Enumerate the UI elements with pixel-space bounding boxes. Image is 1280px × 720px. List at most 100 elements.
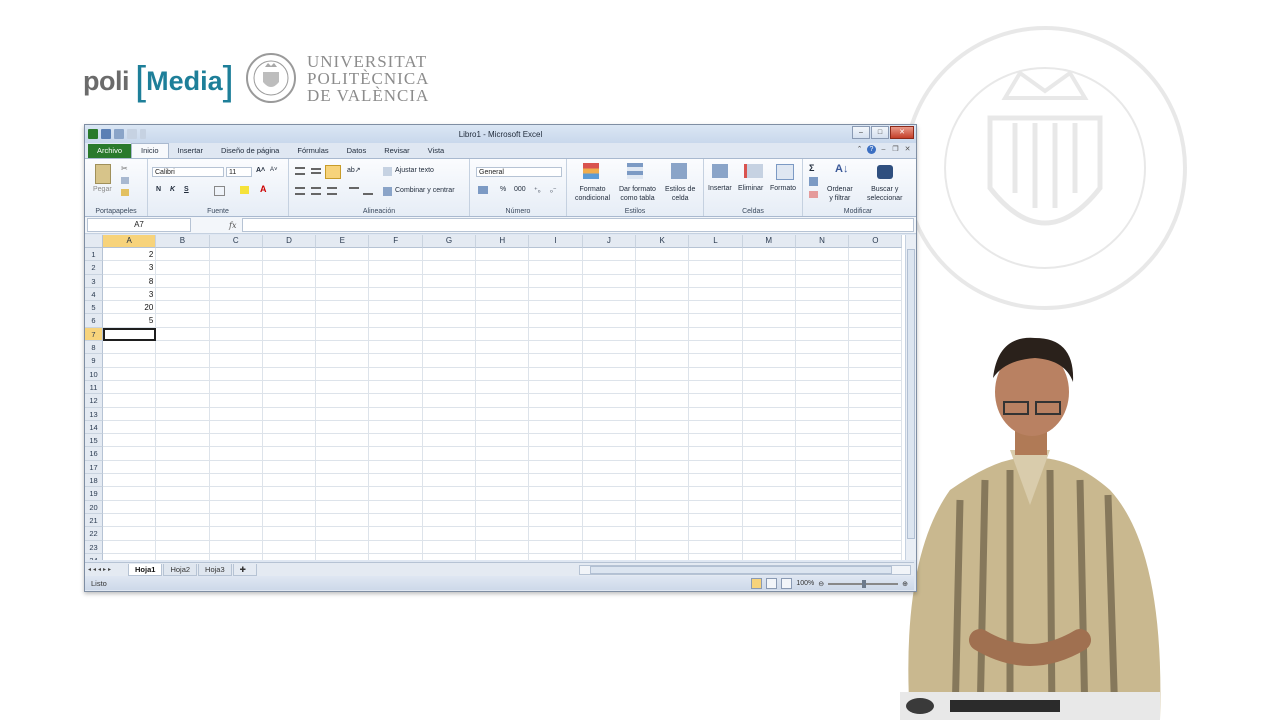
cell-l3[interactable]	[689, 274, 743, 288]
cell-f19[interactable]	[369, 487, 423, 501]
doc-minimize-icon[interactable]: –	[879, 145, 888, 154]
cell-c23[interactable]	[209, 540, 263, 554]
help-icon[interactable]: ?	[867, 145, 876, 154]
column-header-j[interactable]: J	[582, 235, 636, 248]
row-header[interactable]: 17	[85, 460, 103, 475]
column-header-g[interactable]: G	[422, 235, 477, 248]
cell-f9[interactable]	[369, 354, 423, 368]
cell-g6[interactable]	[422, 314, 477, 328]
vertical-scrollbar[interactable]	[905, 235, 916, 560]
cell-m20[interactable]	[742, 500, 796, 514]
cell-c14[interactable]	[209, 420, 263, 435]
cell-o3[interactable]	[849, 274, 903, 288]
cell-c24[interactable]	[210, 553, 263, 560]
cell-g10[interactable]	[422, 367, 477, 381]
minimize-button[interactable]: –	[852, 126, 870, 139]
cell-h5[interactable]	[476, 301, 530, 315]
italic-button[interactable]: K	[170, 186, 175, 193]
cell-i6[interactable]	[529, 314, 583, 328]
cell-b24[interactable]	[156, 553, 210, 560]
cell-l19[interactable]	[689, 487, 743, 501]
sort-filter-button[interactable]: Ordenar y filtrar	[827, 185, 853, 203]
cell-o16[interactable]	[849, 447, 903, 461]
cell-c20[interactable]	[209, 500, 263, 514]
cell-b12[interactable]	[156, 394, 210, 408]
tab-archivo[interactable]: Archivo	[88, 144, 132, 158]
cell-c4[interactable]	[209, 287, 263, 302]
cell-h1[interactable]	[476, 248, 530, 262]
currency-icon[interactable]	[478, 186, 488, 194]
column-header-n[interactable]: N	[795, 235, 850, 248]
cell-b23[interactable]	[156, 540, 210, 554]
cell-k14[interactable]	[635, 420, 690, 435]
cell-c21[interactable]	[209, 513, 263, 528]
delete-cells-icon[interactable]	[744, 164, 763, 178]
cell-m7[interactable]	[742, 327, 796, 342]
tab-diseno-pagina[interactable]: Diseño de página	[212, 144, 288, 158]
cell-m8[interactable]	[742, 341, 796, 355]
row-header[interactable]: 10	[85, 367, 103, 381]
cell-d17[interactable]	[262, 460, 317, 475]
cell-m22[interactable]	[742, 527, 796, 541]
align-middle-icon[interactable]	[311, 168, 321, 174]
cell-l20[interactable]	[689, 500, 743, 514]
cell-styles-button[interactable]: Estilos de celda	[665, 185, 695, 203]
cell-n3[interactable]	[795, 274, 850, 288]
cell-b20[interactable]	[156, 500, 210, 514]
cell-i19[interactable]	[529, 487, 583, 501]
cell-j9[interactable]	[582, 354, 636, 368]
cell-h20[interactable]	[476, 500, 530, 514]
column-header-b[interactable]: B	[156, 235, 210, 248]
cell-g21[interactable]	[422, 513, 477, 528]
cell-a18[interactable]	[103, 474, 157, 488]
cell-l11[interactable]	[689, 380, 743, 395]
cell-b18[interactable]	[156, 474, 210, 488]
cell-e18[interactable]	[316, 474, 370, 488]
cell-m16[interactable]	[742, 447, 796, 461]
cell-d15[interactable]	[262, 434, 317, 448]
cell-n9[interactable]	[795, 354, 850, 368]
cell-d3[interactable]	[262, 274, 317, 288]
cell-m18[interactable]	[742, 474, 796, 488]
cell-h17[interactable]	[476, 460, 530, 475]
cell-d24[interactable]	[263, 553, 317, 560]
zoom-out-icon[interactable]: ⊖	[818, 580, 824, 588]
cell-f15[interactable]	[369, 434, 423, 448]
sheet-nav-arrows[interactable]: ◂◂◂▸▸	[85, 566, 128, 573]
cell-n6[interactable]	[795, 314, 850, 328]
row-header[interactable]: 11	[85, 380, 103, 395]
cell-i7[interactable]	[529, 327, 583, 342]
cell-g15[interactable]	[422, 434, 477, 448]
cell-j13[interactable]	[582, 407, 636, 421]
cell-l8[interactable]	[689, 341, 743, 355]
cell-a24[interactable]	[103, 553, 157, 560]
cell-l5[interactable]	[689, 301, 743, 315]
cell-j6[interactable]	[582, 314, 636, 328]
borders-icon[interactable]	[214, 186, 225, 196]
align-left-icon[interactable]	[295, 187, 305, 195]
cell-j11[interactable]	[582, 380, 636, 395]
cell-c16[interactable]	[209, 447, 263, 461]
cell-d16[interactable]	[262, 447, 317, 461]
cell-i3[interactable]	[529, 274, 583, 288]
cut-icon[interactable]: ✂	[121, 164, 129, 173]
cell-styles-icon[interactable]	[671, 163, 687, 179]
cell-e11[interactable]	[316, 380, 370, 395]
cell-f18[interactable]	[369, 474, 423, 488]
decrease-indent-icon[interactable]	[349, 187, 359, 195]
cell-o11[interactable]	[849, 380, 903, 395]
cell-h7[interactable]	[476, 327, 530, 342]
column-header-c[interactable]: C	[209, 235, 263, 248]
cell-h2[interactable]	[476, 261, 530, 275]
cell-h19[interactable]	[476, 487, 530, 501]
cell-o4[interactable]	[849, 287, 903, 302]
cell-d7[interactable]	[262, 327, 317, 342]
format-as-table-button[interactable]: Dar formato como tabla	[619, 185, 656, 203]
cell-h11[interactable]	[476, 380, 530, 395]
column-header-l[interactable]: L	[689, 235, 743, 248]
cell-c15[interactable]	[209, 434, 263, 448]
cell-j12[interactable]	[582, 394, 636, 408]
cell-j8[interactable]	[582, 341, 636, 355]
cell-f8[interactable]	[369, 341, 423, 355]
cell-j19[interactable]	[582, 487, 636, 501]
